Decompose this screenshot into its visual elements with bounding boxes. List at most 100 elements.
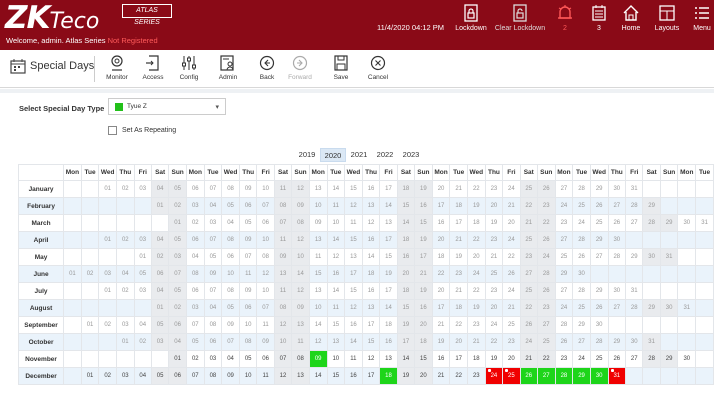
calendar-day-cell[interactable]: 04 <box>150 180 170 198</box>
calendar-day-cell[interactable]: 27 <box>554 282 574 300</box>
calendar-day-cell[interactable]: 09 <box>291 197 310 215</box>
calendar-day-cell[interactable]: 14 <box>344 333 363 351</box>
calendar-day-cell[interactable]: 13 <box>361 197 381 215</box>
calendar-day-cell[interactable]: 01 <box>98 231 118 249</box>
calendar-day-cell[interactable]: 23 <box>484 180 504 198</box>
calendar-day-cell[interactable]: 10 <box>308 197 328 215</box>
calendar-day-cell[interactable]: 15 <box>326 367 346 385</box>
calendar-day-cell[interactable]: 26 <box>589 197 609 215</box>
calendar-day-cell[interactable]: 09 <box>308 214 328 232</box>
calendar-day-cell[interactable]: 10 <box>326 350 346 368</box>
calendar-day-cell[interactable]: 22 <box>519 299 538 317</box>
calendar-day-cell[interactable]: 03 <box>133 282 152 300</box>
calendar-day-cell[interactable]: 19 <box>466 197 486 215</box>
calendar-day-cell[interactable]: 05 <box>221 299 240 317</box>
calendar-day-cell[interactable]: 27 <box>554 180 574 198</box>
calendar-day-cell[interactable]: 19 <box>414 231 433 249</box>
calendar-day-cell[interactable]: 12 <box>344 299 363 317</box>
calendar-day-cell[interactable]: 25 <box>502 316 521 334</box>
calendar-day-cell[interactable]: 22 <box>502 248 521 266</box>
calendar-day-cell[interactable]: 10 <box>326 214 346 232</box>
calendar-day-cell[interactable]: 27 <box>607 197 627 215</box>
calendar-day-cell[interactable]: 25 <box>572 299 591 317</box>
calendar-day-cell[interactable]: 07 <box>273 214 293 232</box>
calendar-day-cell[interactable]: 05 <box>168 282 187 300</box>
calendar-day-cell[interactable]: 17 <box>379 231 398 249</box>
calendar-day-cell[interactable]: 05 <box>238 214 258 232</box>
calendar-day-cell[interactable]: 05 <box>168 231 187 249</box>
calendar-day-cell[interactable]: 29 <box>589 282 609 300</box>
calendar-day-cell[interactable]: 07 <box>185 316 205 334</box>
calendar-day-cell[interactable]: 28 <box>572 231 591 249</box>
save-button[interactable]: Save <box>330 54 352 81</box>
calendar-day-cell[interactable]: 07 <box>221 333 240 351</box>
calendar-day-cell[interactable]: 13 <box>361 299 381 317</box>
calendar-day-cell[interactable]: 25 <box>536 333 556 351</box>
calendar-day-cell[interactable]: 02 <box>168 299 187 317</box>
calendar-day-cell[interactable]: 17 <box>431 197 451 215</box>
calendar-day-cell[interactable]: 06 <box>150 265 170 283</box>
set-as-repeating-checkbox[interactable]: Set As Repeating <box>108 126 176 135</box>
calendar-day-cell[interactable]: 24 <box>554 299 574 317</box>
calendar-day-cell[interactable]: 03 <box>98 265 118 283</box>
admin-button[interactable]: Admin <box>214 54 242 81</box>
checkbox-box[interactable] <box>108 126 117 135</box>
calendar-day-cell[interactable]: 29 <box>607 333 627 351</box>
calendar-day-cell[interactable]: 12 <box>308 333 328 351</box>
calendar-day-cell[interactable]: 22 <box>484 333 504 351</box>
calendar-day-cell[interactable]: 01 <box>80 367 100 385</box>
calendar-day-cell[interactable]: 22 <box>466 231 486 249</box>
calendar-day-cell[interactable]: 20 <box>484 197 504 215</box>
calendar-day-cell[interactable]: 02 <box>98 316 118 334</box>
calendar-day-cell[interactable]: 18 <box>431 248 451 266</box>
calendar-day-cell[interactable]: 26 <box>536 231 556 249</box>
calendar-day-cell[interactable]: 30 <box>642 248 661 266</box>
calendar-day-cell[interactable]: 22 <box>449 316 468 334</box>
calendar-day-cell[interactable]: 18 <box>414 333 433 351</box>
calendar-day-cell[interactable]: 13 <box>308 282 328 300</box>
calendar-day-cell[interactable]: 21 <box>414 265 433 283</box>
calendar-day-cell[interactable]: 25 <box>519 231 538 249</box>
calendar-day-cell[interactable]: 25 <box>554 248 574 266</box>
calendar-day-cell[interactable]: 21 <box>519 350 538 368</box>
calendar-day-cell[interactable]: 30 <box>589 367 609 385</box>
year-tab-2021[interactable]: 2021 <box>346 148 372 162</box>
calendar-day-cell[interactable]: 26 <box>554 333 574 351</box>
calendar-day-cell[interactable]: 30 <box>677 214 697 232</box>
calendar-day-cell[interactable]: 19 <box>484 350 504 368</box>
calendar-day-cell[interactable]: 17 <box>449 214 468 232</box>
cancel-button[interactable]: Cancel <box>365 54 391 81</box>
calendar-day-cell[interactable]: 11 <box>344 350 363 368</box>
calendar-day-cell[interactable]: 21 <box>431 367 451 385</box>
calendar-day-cell[interactable]: 23 <box>554 214 574 232</box>
calendar-day-cell[interactable]: 24 <box>536 248 556 266</box>
calendar-day-cell[interactable]: 16 <box>344 367 363 385</box>
calendar-day-cell[interactable]: 10 <box>256 180 275 198</box>
calendar-day-cell[interactable]: 14 <box>326 180 346 198</box>
calendar-day-cell[interactable]: 13 <box>291 367 310 385</box>
calendar-day-cell[interactable]: 18 <box>396 231 416 249</box>
calendar-day-cell[interactable]: 09 <box>308 350 328 368</box>
calendar-day-cell[interactable]: 08 <box>221 282 240 300</box>
calendar-day-cell[interactable]: 23 <box>554 350 574 368</box>
calendar-day-cell[interactable]: 15 <box>396 197 416 215</box>
calendar-day-cell[interactable]: 04 <box>203 197 223 215</box>
calendar-day-cell[interactable]: 26 <box>536 282 556 300</box>
calendar-day-cell[interactable]: 17 <box>431 299 451 317</box>
calendar-day-cell[interactable]: 20 <box>431 180 451 198</box>
calendar-day-cell[interactable]: 15 <box>344 231 363 249</box>
calendar-day-cell[interactable]: 31 <box>607 367 627 385</box>
calendar-day-cell[interactable]: 14 <box>308 316 328 334</box>
calendar-day-cell[interactable]: 05 <box>133 265 152 283</box>
calendar-day-cell[interactable]: 20 <box>431 282 451 300</box>
calendar-day-cell[interactable]: 14 <box>308 367 328 385</box>
calendar-day-cell[interactable]: 15 <box>326 316 346 334</box>
calendar-day-cell[interactable]: 06 <box>168 316 187 334</box>
calendar-day-cell[interactable]: 31 <box>642 333 661 351</box>
calendar-day-cell[interactable]: 06 <box>203 333 223 351</box>
calendar-day-cell[interactable]: 03 <box>203 214 223 232</box>
calendar-day-cell[interactable]: 19 <box>484 214 504 232</box>
calendar-day-cell[interactable]: 02 <box>116 180 135 198</box>
calendar-day-cell[interactable]: 23 <box>484 231 504 249</box>
calendar-day-cell[interactable]: 18 <box>449 299 468 317</box>
